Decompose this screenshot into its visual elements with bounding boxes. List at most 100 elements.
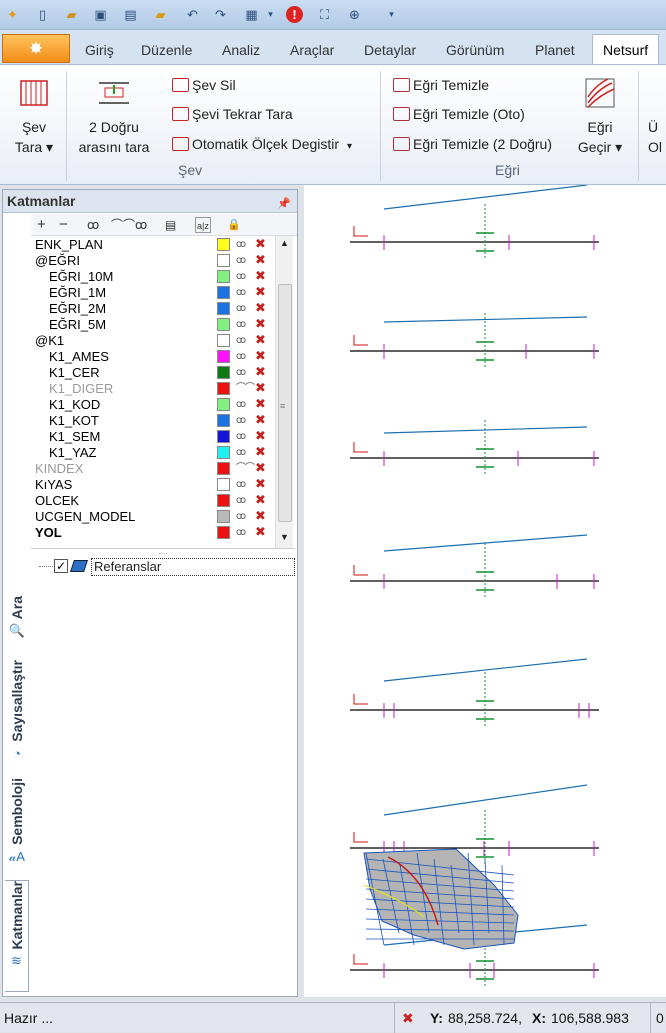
snap-toggle-icon[interactable]: ✖	[255, 284, 266, 300]
layer-row[interactable]: YOL ꝏ ✖	[31, 524, 293, 541]
visibility-icon[interactable]: ꝏ	[236, 333, 246, 349]
pin-icon[interactable]: 📌	[277, 193, 291, 215]
egri-temizle-oto-button[interactable]: Eğri Temizle (Oto)	[393, 103, 525, 125]
sevi-tekrar-tara-button[interactable]: Şevi Tekrar Tara	[172, 103, 293, 125]
layer-row[interactable]: K1_YAZ ꝏ ✖	[31, 444, 293, 461]
zoom-icon[interactable]: ⊕	[346, 6, 363, 23]
snap-toggle-icon[interactable]: ✖	[255, 428, 266, 444]
references-tree-item[interactable]: ✓ Referanslar	[39, 558, 295, 576]
visibility-icon[interactable]: ꝏ	[236, 429, 246, 445]
layer-color-swatch[interactable]	[217, 302, 230, 315]
tab-planet[interactable]: Planet	[535, 42, 575, 58]
egri-temizle-button[interactable]: Eğri Temizle	[393, 74, 489, 96]
layer-row[interactable]: K1_CER ꝏ ✖	[31, 364, 293, 381]
info-icon[interactable]: !	[286, 6, 303, 23]
customize-icon[interactable]: ▾	[383, 6, 400, 23]
fit-extent-icon[interactable]: ⛶	[316, 6, 333, 23]
snap-toggle-icon[interactable]: ✖	[255, 476, 266, 492]
lock-icon[interactable]: 🔒	[227, 217, 241, 233]
visibility-icon[interactable]: ꝏ	[236, 445, 246, 461]
show-all-icon[interactable]: ꝏ	[87, 217, 99, 233]
panel-splitter[interactable]: ....	[31, 548, 295, 556]
snap-toggle-icon[interactable]: ✖	[255, 236, 266, 252]
layer-color-swatch[interactable]	[217, 446, 230, 459]
layer-color-swatch[interactable]	[217, 238, 230, 251]
map-canvas[interactable]	[304, 184, 666, 997]
layer-color-swatch[interactable]	[217, 270, 230, 283]
layer-row[interactable]: EĞRI_1M ꝏ ✖	[31, 284, 293, 301]
folder-icon[interactable]: ▰	[152, 6, 169, 23]
visibility-icon[interactable]: ꝏ	[236, 477, 246, 493]
layer-color-swatch[interactable]	[217, 334, 230, 347]
tab-analiz[interactable]: Analiz	[222, 42, 260, 58]
window-icon[interactable]: ▦	[243, 6, 260, 23]
visibility-icon[interactable]: ꝏ	[236, 397, 246, 413]
visibility-icon[interactable]: ꝏ	[236, 237, 246, 253]
visibility-icon[interactable]: ꝏ	[236, 413, 246, 429]
visibility-icon[interactable]: ꝏ	[236, 253, 246, 269]
snap-toggle-icon[interactable]: ✖	[255, 316, 266, 332]
layer-color-swatch[interactable]	[217, 526, 230, 539]
snap-toggle-icon[interactable]: ✖	[255, 380, 266, 396]
layer-row[interactable]: UCGEN_MODEL ꝏ ✖	[31, 508, 293, 525]
snap-toggle-icon[interactable]: ✖	[255, 396, 266, 412]
tab-araclar[interactable]: Araçlar	[290, 42, 334, 58]
snap-toggle-icon[interactable]: ✖	[255, 524, 266, 540]
layer-row[interactable]: K1_KOT ꝏ ✖	[31, 412, 293, 429]
visibility-icon[interactable]: ꝏ	[236, 525, 246, 541]
layer-color-swatch[interactable]	[217, 510, 230, 523]
references-label[interactable]: Referanslar	[91, 558, 295, 576]
visibility-icon[interactable]: ꝏ	[236, 365, 246, 381]
layer-row[interactable]: KINDEX ⌒⌒ ✖	[31, 460, 293, 477]
sort-az-icon[interactable]: a|z	[195, 217, 211, 233]
layer-row[interactable]: K1_DIGER ⌒⌒ ✖	[31, 380, 293, 397]
layer-color-swatch[interactable]	[217, 478, 230, 491]
visibility-icon[interactable]: ⌒⌒	[236, 461, 255, 477]
new-file-icon[interactable]: ▯	[34, 6, 51, 23]
side-tab-katmanlar[interactable]: Katmanlar ≋	[5, 880, 29, 992]
tab-detaylar[interactable]: Detaylar	[364, 42, 416, 58]
visibility-icon[interactable]: ꝏ	[236, 317, 246, 333]
layer-row[interactable]: EĞRI_10M ꝏ ✖	[31, 268, 293, 285]
tab-gorunum[interactable]: Görünüm	[446, 42, 504, 58]
side-tab-ara[interactable]: Ara 🔍	[5, 596, 29, 648]
remove-layer-icon[interactable]: −	[59, 217, 68, 233]
dropdown-icon[interactable]: ▾	[262, 6, 279, 23]
snap-toggle-icon[interactable]: ✖	[255, 268, 266, 284]
application-menu-button[interactable]: ✸	[2, 34, 70, 63]
snap-toggle-icon[interactable]: ✖	[255, 492, 266, 508]
snap-toggle-icon[interactable]: ✖	[255, 348, 266, 364]
layer-color-swatch[interactable]	[217, 430, 230, 443]
layer-row[interactable]: ENK_PLAN ꝏ ✖	[31, 236, 293, 253]
redo-icon[interactable]: ↷	[212, 6, 229, 23]
otomatik-olcek-degistir-button[interactable]: Otomatik Ölçek Degistir ▾	[172, 133, 352, 155]
save-icon[interactable]: ▣	[92, 6, 109, 23]
cross-section-drawing[interactable]	[304, 184, 666, 997]
undo-icon[interactable]: ↶	[184, 6, 201, 23]
references-checkbox[interactable]: ✓	[54, 559, 68, 573]
sev-tara-button[interactable]: Şev Tara ▾	[6, 75, 62, 157]
layer-color-swatch[interactable]	[217, 494, 230, 507]
open-file-icon[interactable]: ▰	[63, 6, 80, 23]
layer-color-swatch[interactable]	[217, 382, 230, 395]
egri-temizle-2-dogru-button[interactable]: Eğri Temizle (2 Doğru)	[393, 133, 552, 155]
layer-row[interactable]: @K1 ꝏ ✖	[31, 332, 293, 349]
layer-row[interactable]: @EĞRI ꝏ ✖	[31, 252, 293, 269]
tab-giris[interactable]: Giriş	[85, 42, 114, 58]
scroll-up-icon[interactable]: ▲	[280, 238, 289, 248]
layer-color-swatch[interactable]	[217, 414, 230, 427]
layer-row[interactable]: OLCEK ꝏ ✖	[31, 492, 293, 509]
scroll-down-icon[interactable]: ▼	[280, 532, 289, 542]
layer-color-swatch[interactable]	[217, 350, 230, 363]
iki-dogru-arasini-tara-button[interactable]: 2 Doğru arasını tara	[72, 75, 156, 157]
snap-toggle-icon[interactable]: ✖	[255, 444, 266, 460]
visibility-icon[interactable]: ꝏ	[236, 269, 246, 285]
layer-row[interactable]: EĞRI_5M ꝏ ✖	[31, 316, 293, 333]
layer-color-swatch[interactable]	[217, 366, 230, 379]
snap-toggle-icon[interactable]: ✖	[255, 300, 266, 316]
layer-row[interactable]: EĞRI_2M ꝏ ✖	[31, 300, 293, 317]
side-tab-semboloji[interactable]: Semboloji 𝒶A	[5, 778, 29, 870]
sev-sil-button[interactable]: Şev Sil	[172, 74, 236, 96]
hide-all-icon[interactable]: ⌒⌒	[111, 217, 135, 233]
invert-visibility-icon[interactable]: ꝏ	[135, 217, 147, 233]
